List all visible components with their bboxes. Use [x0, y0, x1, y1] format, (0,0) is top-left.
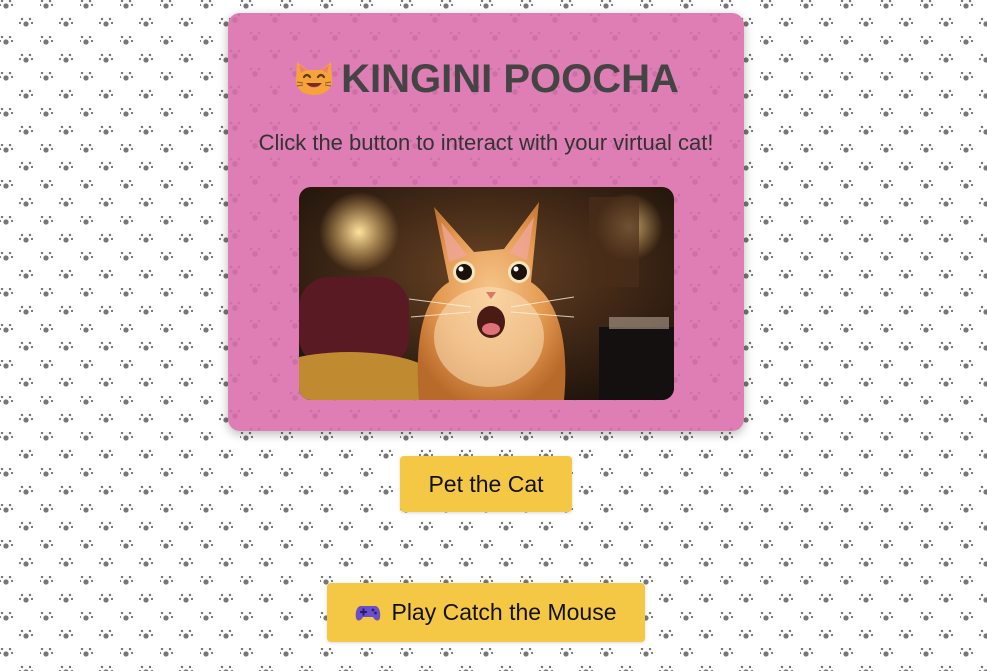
cat-photo	[299, 187, 674, 400]
cat-card: KINGINI POOCHA Click the button to inter…	[228, 13, 744, 431]
page-title: KINGINI POOCHA	[228, 57, 744, 102]
instruction-text: Click the button to interact with your v…	[258, 130, 714, 155]
play-button-label: Play Catch the Mouse	[391, 599, 617, 625]
gamepad-icon	[356, 605, 381, 621]
title-text: KINGINI POOCHA	[341, 57, 679, 101]
pet-cat-button[interactable]: Pet the Cat	[400, 456, 572, 512]
surprised-cat-image	[299, 187, 674, 400]
cat-face-icon	[296, 62, 333, 95]
play-catch-mouse-button[interactable]: Play Catch the Mouse	[327, 583, 645, 642]
